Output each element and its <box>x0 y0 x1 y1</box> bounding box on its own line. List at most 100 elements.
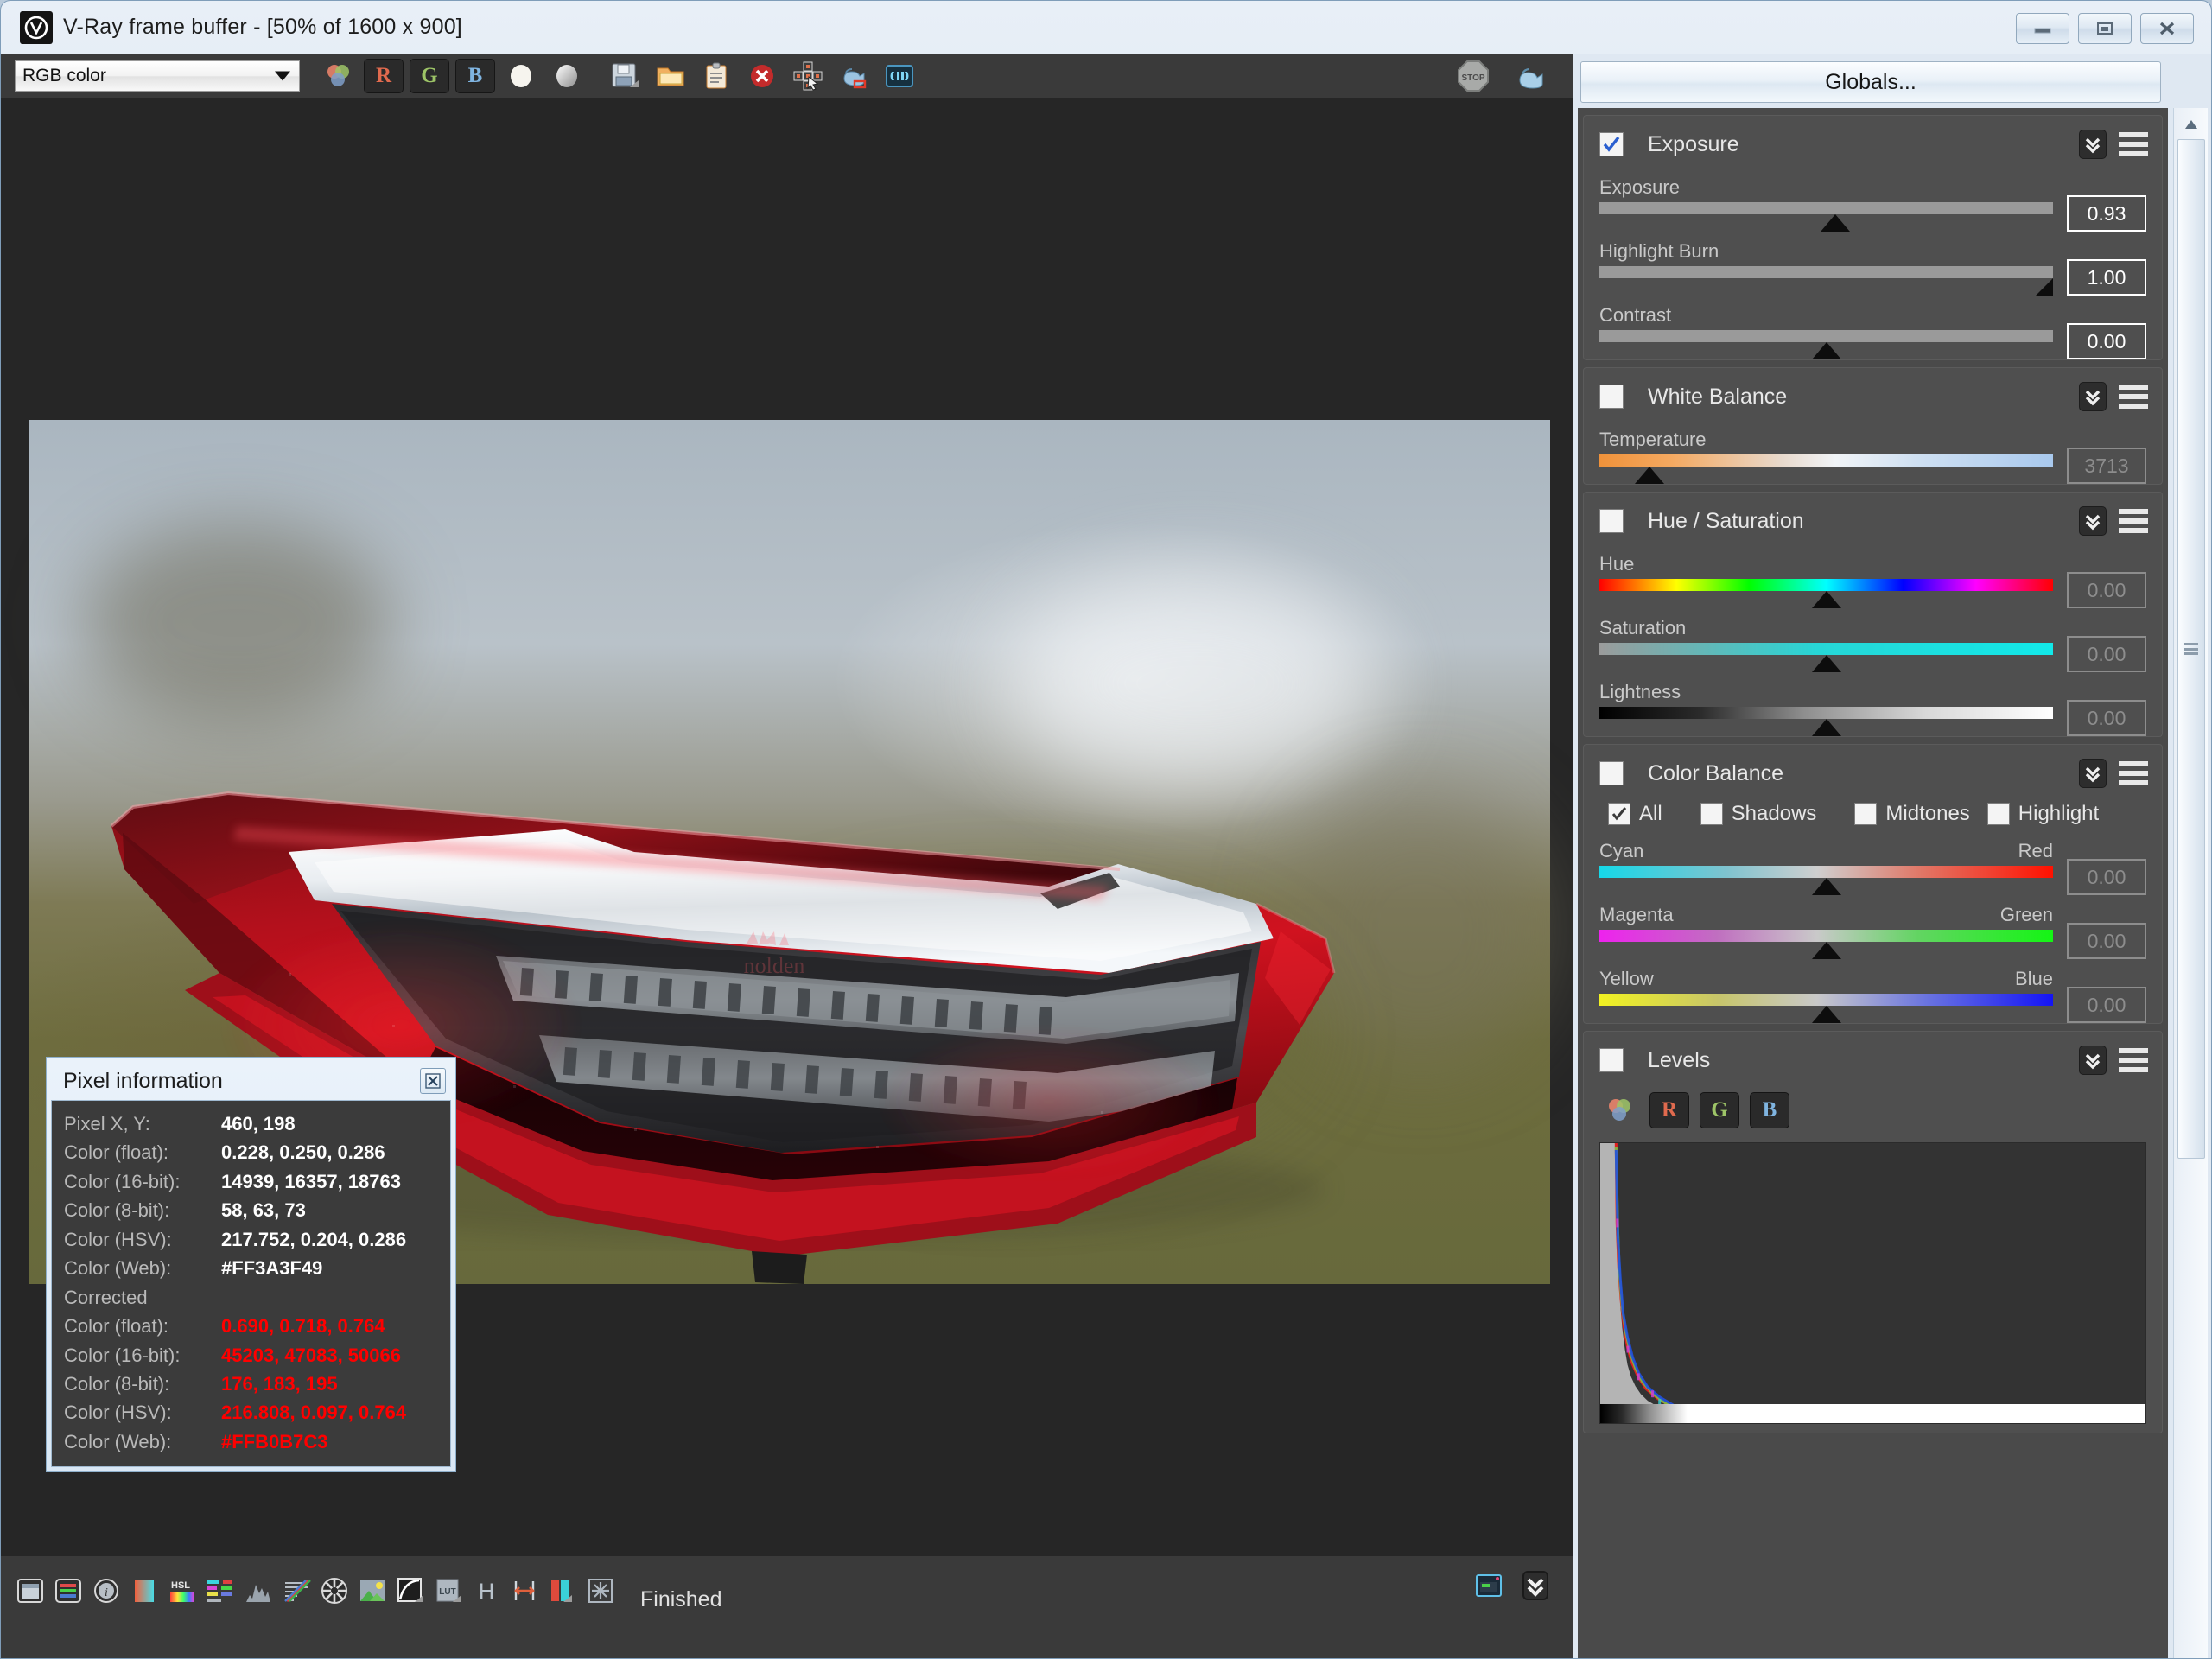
slider-saturation-handle[interactable] <box>1811 655 1841 672</box>
levels-rgb-button[interactable] <box>1599 1092 1639 1128</box>
clear-image-button[interactable] <box>742 59 782 93</box>
levels-green-button[interactable]: G <box>1700 1092 1739 1128</box>
minimize-button[interactable] <box>2016 13 2069 44</box>
close-button[interactable] <box>2140 13 2194 44</box>
pixel-info-icon[interactable]: i <box>89 1573 124 1608</box>
exposure-enable-checkbox[interactable] <box>1599 132 1624 156</box>
section-menu-icon[interactable] <box>2119 761 2148 785</box>
slider-contrast[interactable]: Contrast 0.00 <box>1599 304 2146 359</box>
curve-icon[interactable] <box>279 1573 314 1608</box>
render-last-button[interactable] <box>1511 59 1551 93</box>
slider-yellow-blue-handle[interactable] <box>1811 1006 1841 1023</box>
levels-blue-button[interactable]: B <box>1750 1092 1789 1128</box>
slider-highlight-burn[interactable]: Highlight Burn 1.00 <box>1599 240 2146 296</box>
slider-cyan-red-value[interactable]: 0.00 <box>2067 859 2146 895</box>
slider-exposure-handle[interactable] <box>1821 214 1850 232</box>
slider-contrast-value[interactable]: 0.00 <box>2067 323 2146 359</box>
slider-contrast-track[interactable] <box>1599 330 2053 359</box>
hue-saturation-enable-checkbox[interactable] <box>1599 509 1624 533</box>
expand-down-icon[interactable] <box>1518 1568 1553 1603</box>
mode-all-checkbox[interactable] <box>1608 803 1630 825</box>
section-menu-icon[interactable] <box>2119 385 2148 409</box>
collapse-chevron-icon[interactable] <box>2079 382 2107 411</box>
channels-icon[interactable] <box>51 1573 86 1608</box>
stereo-view-button[interactable] <box>880 59 919 93</box>
globals-button[interactable]: Globals... <box>1580 61 2161 103</box>
slider-highlight-burn-value[interactable]: 1.00 <box>2067 259 2146 296</box>
close-icon[interactable] <box>420 1068 446 1094</box>
slider-highlight-burn-handle[interactable] <box>2036 278 2053 296</box>
slider-yellow-blue-track[interactable] <box>1599 994 2053 1023</box>
slider-temperature[interactable]: Temperature 3713 <box>1599 429 2146 484</box>
panel-scrollbar[interactable] <box>2173 108 2208 1658</box>
open-image-button[interactable] <box>651 59 690 93</box>
color-balance-enable-checkbox[interactable] <box>1599 761 1624 785</box>
slider-exposure[interactable]: Exposure 0.93 <box>1599 176 2146 232</box>
slider-temperature-track[interactable] <box>1599 454 2053 484</box>
section-menu-icon[interactable] <box>2119 509 2148 533</box>
color-bars-icon[interactable] <box>545 1573 580 1608</box>
slider-cyan-red-track[interactable] <box>1599 866 2053 895</box>
slider-yellow-blue-value[interactable]: 0.00 <box>2067 987 2146 1023</box>
collapse-chevron-icon[interactable] <box>2079 759 2107 788</box>
exposure-icon[interactable] <box>127 1573 162 1608</box>
section-menu-icon[interactable] <box>2119 1048 2148 1072</box>
slider-temperature-value[interactable]: 3713 <box>2067 448 2146 484</box>
hsl-icon[interactable]: HSL <box>165 1573 200 1608</box>
rgb-composite-button[interactable] <box>318 59 358 93</box>
slider-saturation-track[interactable] <box>1599 643 2053 672</box>
mode-shadows-checkbox[interactable] <box>1700 803 1723 825</box>
section-menu-icon[interactable] <box>2119 132 2148 156</box>
levels-enable-checkbox[interactable] <box>1599 1048 1624 1072</box>
slider-lightness-value[interactable]: 0.00 <box>2067 700 2146 736</box>
panel-scrollbar-thumb[interactable] <box>2177 139 2205 1159</box>
green-channel-button[interactable]: G <box>410 59 449 93</box>
restore-button[interactable] <box>2078 13 2132 44</box>
stop-render-button[interactable]: STOP <box>1453 59 1493 93</box>
slider-hue[interactable]: Hue 0.00 <box>1599 553 2146 608</box>
levels-icon[interactable] <box>241 1573 276 1608</box>
mode-highlight[interactable]: Highlight <box>1979 802 2099 826</box>
slider-saturation[interactable]: Saturation 0.00 <box>1599 617 2146 672</box>
collapse-chevron-icon[interactable] <box>2079 1046 2107 1075</box>
levels-histogram[interactable] <box>1599 1142 2146 1424</box>
white-balance-enable-checkbox[interactable] <box>1599 385 1624 409</box>
slider-magenta-green[interactable]: Magenta Green 0.00 <box>1599 904 2146 959</box>
color-corrections-icon[interactable] <box>13 1573 48 1608</box>
alpha-channel-button[interactable] <box>501 59 541 93</box>
slider-saturation-value[interactable]: 0.00 <box>2067 636 2146 672</box>
collapse-chevron-icon[interactable] <box>2079 506 2107 536</box>
mode-shadows[interactable]: Shadows <box>1692 802 1816 826</box>
blue-channel-button[interactable]: B <box>455 59 495 93</box>
icc-icon[interactable] <box>317 1573 352 1608</box>
mode-highlight-checkbox[interactable] <box>1986 803 2010 825</box>
slider-cyan-red-handle[interactable] <box>1811 878 1841 895</box>
slider-hue-handle[interactable] <box>1811 591 1841 608</box>
levels-red-button[interactable]: R <box>1649 1092 1689 1128</box>
channel-select[interactable]: RGB color <box>15 60 300 92</box>
hue-icon[interactable]: H <box>469 1573 504 1608</box>
slider-temperature-handle[interactable] <box>1634 467 1664 484</box>
monochrome-button[interactable] <box>547 59 587 93</box>
mode-all[interactable]: All <box>1599 802 1662 826</box>
slider-contrast-handle[interactable] <box>1811 342 1841 359</box>
panel-sections-scroll[interactable]: Exposure Exposure 0.93 Highlight Burn 1.… <box>1578 108 2168 1658</box>
slider-lightness-handle[interactable] <box>1811 719 1841 736</box>
save-image-button[interactable] <box>605 59 645 93</box>
pixel-information-window[interactable]: Pixel information Pixel X, Y: 460, 198 Co… <box>46 1057 456 1473</box>
slider-magenta-green-value[interactable]: 0.00 <box>2067 923 2146 959</box>
slider-hue-track[interactable] <box>1599 579 2053 608</box>
slider-magenta-green-handle[interactable] <box>1811 942 1841 959</box>
scroll-up-icon[interactable] <box>2177 111 2205 137</box>
compare-horizontal-icon[interactable] <box>507 1573 542 1608</box>
slider-magenta-green-track[interactable] <box>1599 930 2053 959</box>
track-mouse-button[interactable] <box>834 59 874 93</box>
curve-editor-icon[interactable] <box>393 1573 428 1608</box>
slider-lightness-track[interactable] <box>1599 707 2053 736</box>
lut-icon[interactable]: LUT <box>431 1573 466 1608</box>
mode-midtones-checkbox[interactable] <box>1854 803 1878 825</box>
collapse-chevron-icon[interactable] <box>2079 130 2107 159</box>
show-panel-icon[interactable] <box>1471 1568 1506 1603</box>
slider-cyan-red[interactable]: Cyan Red 0.00 <box>1599 840 2146 895</box>
render-canvas[interactable]: nolden Pixel information Pixel X, Y: 460… <box>1 98 1573 1556</box>
